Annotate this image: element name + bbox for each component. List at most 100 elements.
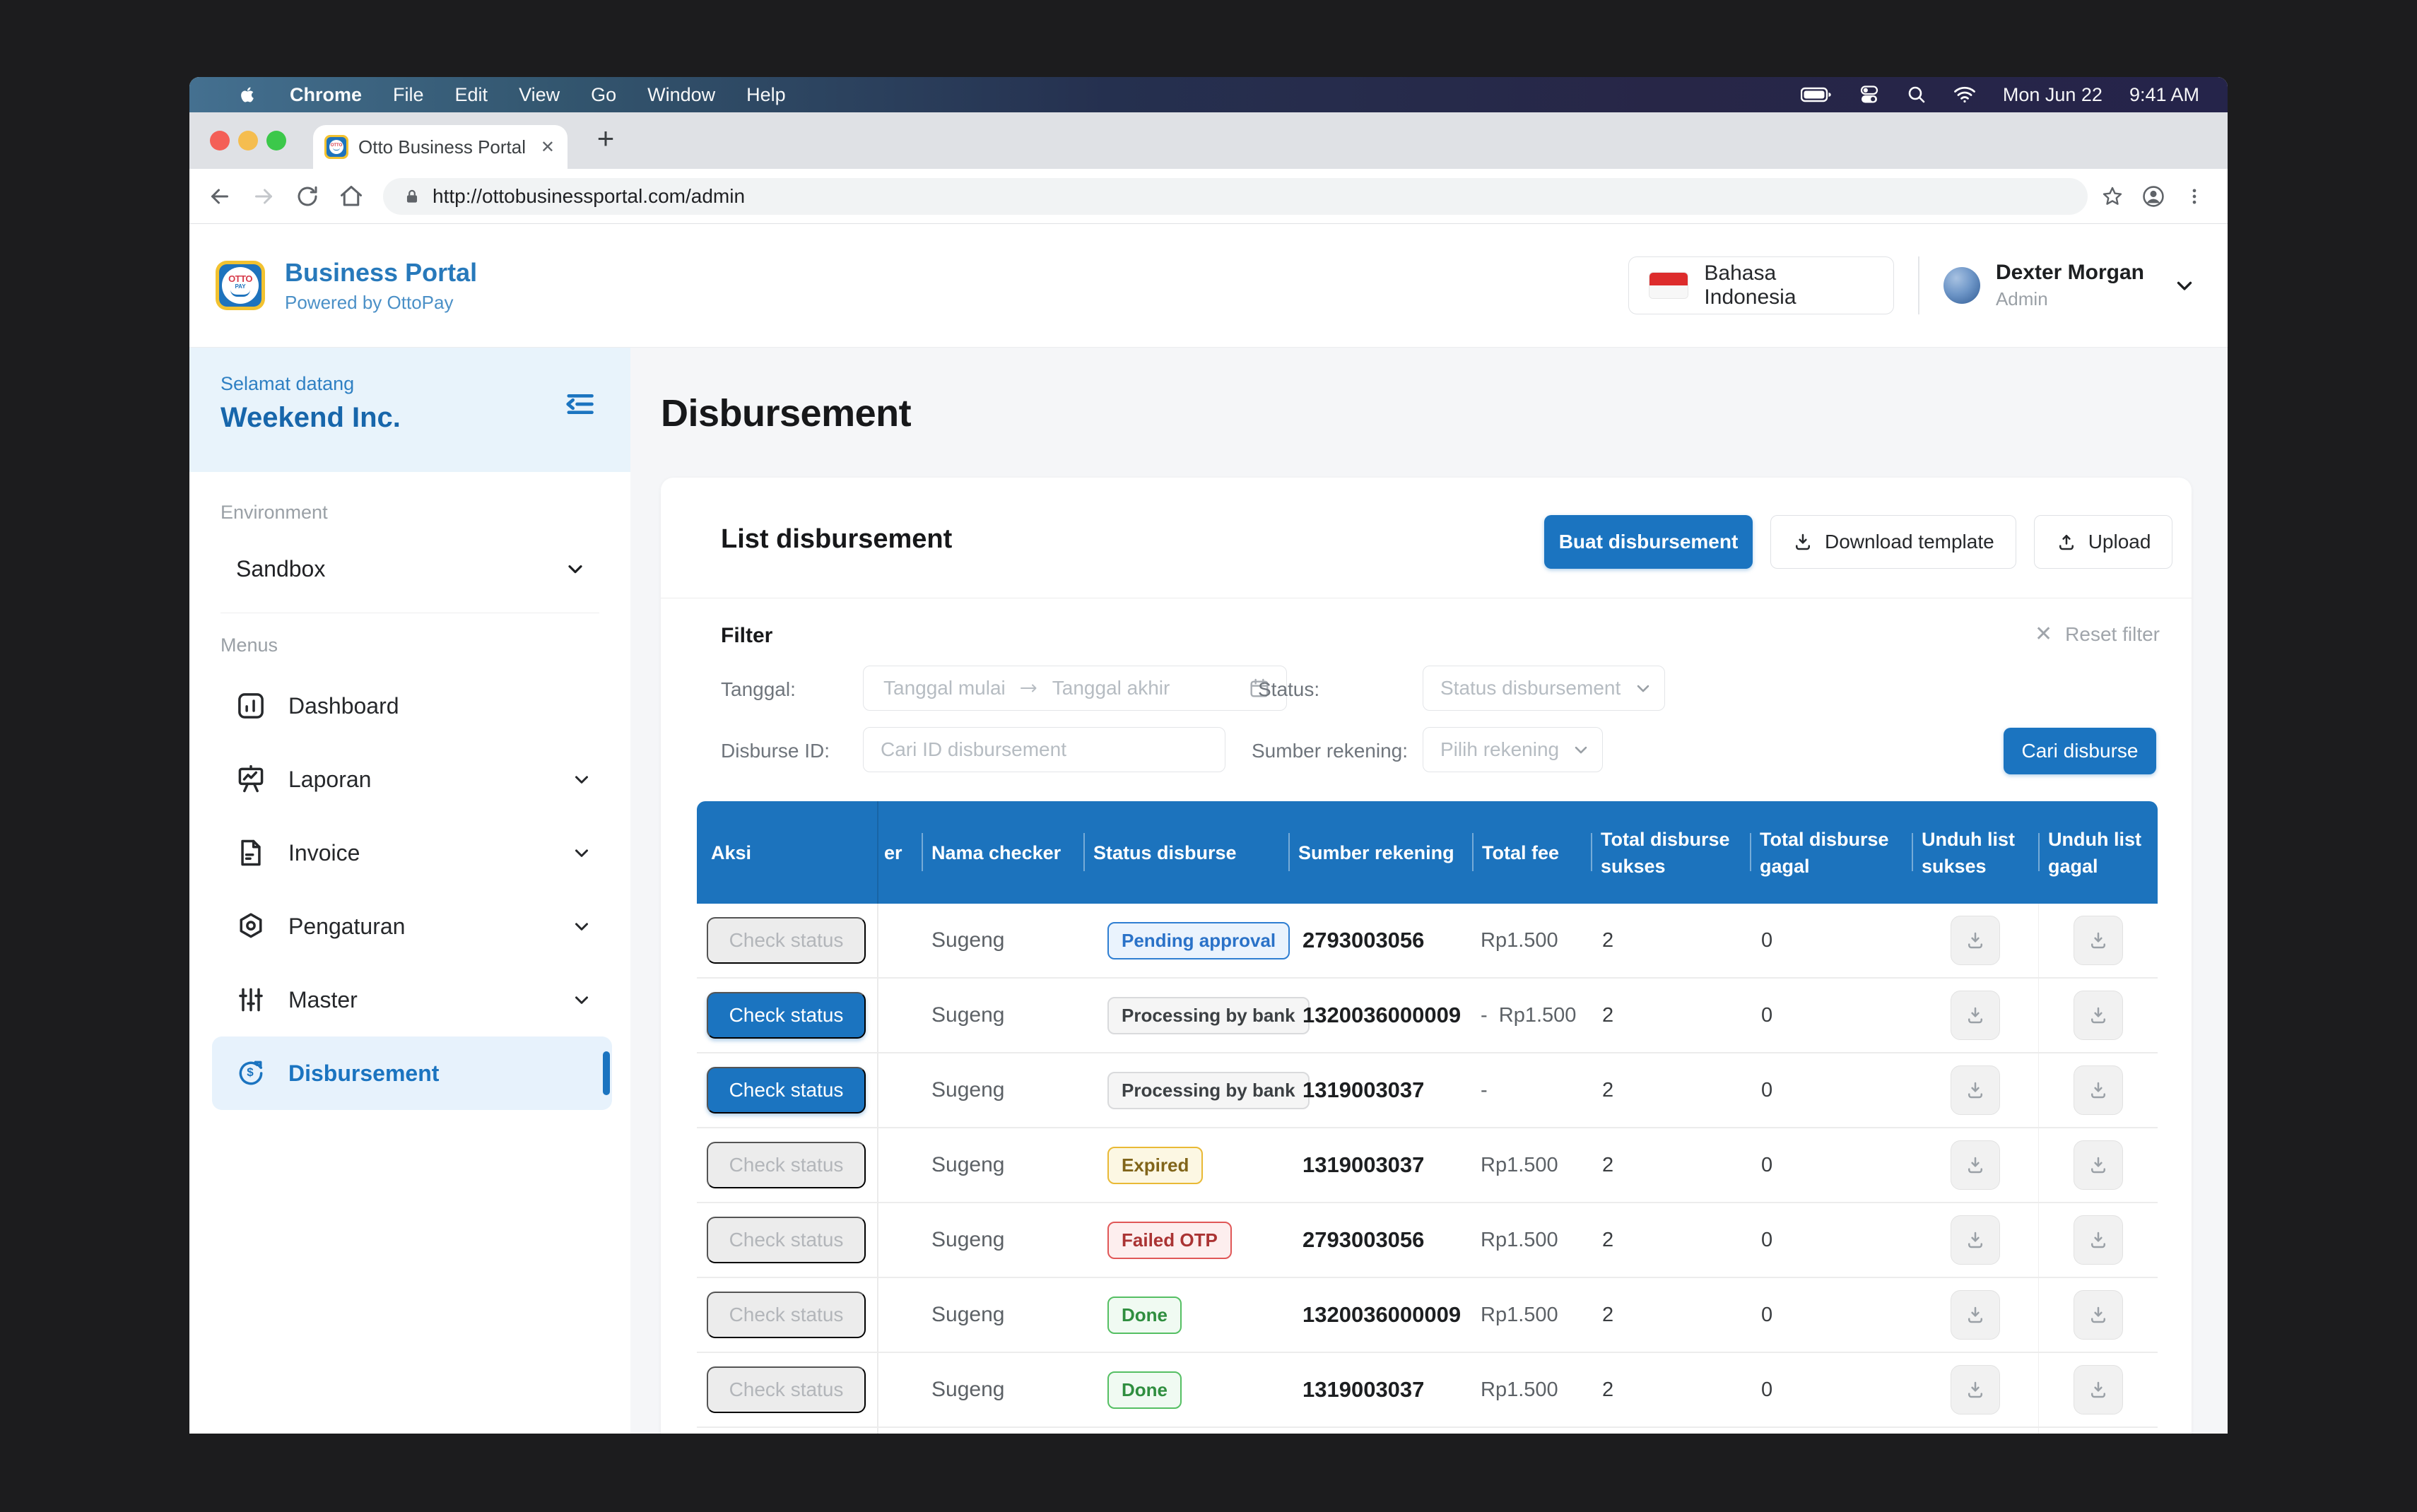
menus-label: Menus [220, 634, 630, 656]
battery-icon[interactable] [1801, 86, 1832, 103]
menubar-item-go[interactable]: Go [591, 84, 616, 106]
spotlight-search-icon[interactable] [1907, 85, 1927, 105]
cell-total-fee: Rp1.500 [1472, 1353, 1591, 1427]
check-status-button[interactable]: Check status [707, 992, 866, 1039]
chevron-down-icon [564, 557, 587, 580]
tab-favicon: OTTO [324, 135, 348, 159]
sidebar-item-disbursement[interactable]: $ Disbursement [212, 1036, 612, 1110]
cell-nama-checker: Sugeng [922, 1353, 1083, 1427]
collapse-sidebar-icon[interactable] [560, 384, 599, 424]
indonesia-flag-icon [1649, 272, 1688, 299]
browser-menu-icon[interactable] [2174, 175, 2215, 218]
download-gagal-button[interactable] [2074, 991, 2123, 1040]
cell-total-sukses: 2 [1591, 904, 1750, 977]
new-tab-button[interactable]: + [589, 122, 622, 155]
cell-total-sukses: 2 [1591, 1053, 1750, 1127]
sidebar-item-dashboard[interactable]: Dashboard [212, 669, 612, 743]
upload-icon [2056, 531, 2077, 553]
forward-icon[interactable] [242, 175, 286, 218]
menubar-item-chrome[interactable]: Chrome [290, 84, 362, 106]
download-gagal-button[interactable] [2074, 1290, 2123, 1340]
download-sukses-button[interactable] [1951, 916, 2000, 965]
status-badge: Pending approval [1107, 922, 1290, 959]
check-status-button[interactable]: Check status [707, 1067, 866, 1114]
download-gagal-button[interactable] [2074, 1365, 2123, 1414]
cell-total-gagal: 0 [1750, 1278, 1912, 1352]
buat-disbursement-button[interactable]: Buat disbursement [1544, 515, 1753, 569]
download-gagal-button[interactable] [2074, 1215, 2123, 1265]
date-start-placeholder: Tanggal mulai [883, 677, 1006, 699]
download-template-button[interactable]: Download template [1770, 515, 2016, 569]
download-gagal-button[interactable] [2074, 1140, 2123, 1190]
download-gagal-button[interactable] [2074, 1065, 2123, 1115]
reload-icon[interactable] [286, 175, 329, 218]
window-minimize-button[interactable] [238, 131, 258, 150]
download-sukses-button[interactable] [1951, 991, 2000, 1040]
check-status-button: Check status [707, 1142, 866, 1188]
menubar-date[interactable]: Mon Jun 22 [2003, 84, 2103, 106]
status-select[interactable]: Status disbursement [1423, 666, 1665, 711]
close-icon: ✕ [2035, 622, 2052, 646]
wifi-icon[interactable] [1953, 85, 1976, 104]
menubar-item-view[interactable]: View [519, 84, 560, 106]
bookmark-star-icon[interactable] [2092, 175, 2133, 218]
sumber-rekening-label: Sumber rekening: [1252, 740, 1408, 762]
browser-tab[interactable]: OTTO Otto Business Portal ✕ [313, 125, 568, 169]
menubar-item-file[interactable]: File [393, 84, 424, 106]
home-icon[interactable] [329, 175, 373, 218]
environment-label: Environment [220, 502, 630, 524]
browser-toolbar: http://ottobusinessportal.com/admin [189, 169, 2228, 224]
cell-sumber-rekening: 1320036000009 [1288, 1278, 1472, 1352]
status-badge: Processing by bank [1107, 1072, 1310, 1109]
cell-nama-checker: Sugeng [922, 1278, 1083, 1352]
download-sukses-button[interactable] [1951, 1290, 2000, 1340]
page-title: Disbursement [661, 391, 911, 435]
check-status-button: Check status [707, 1292, 866, 1338]
language-selector[interactable]: Bahasa Indonesia [1628, 256, 1894, 314]
upload-button[interactable]: Upload [2034, 515, 2173, 569]
brand-subtitle: Powered by OttoPay [285, 292, 477, 314]
sidebar-item-master[interactable]: Master [212, 963, 612, 1036]
menubar-clock[interactable]: 9:41 AM [2129, 84, 2199, 106]
sidebar-item-invoice[interactable]: Invoice [212, 816, 612, 890]
active-indicator [603, 1051, 610, 1095]
download-sukses-button[interactable] [1951, 1215, 2000, 1265]
profile-icon[interactable] [2133, 175, 2174, 218]
user-avatar[interactable] [1943, 267, 1980, 304]
cell-total-sukses: 2 [1591, 1128, 1750, 1202]
disburse-id-input[interactable] [863, 727, 1225, 772]
cari-disburse-button[interactable]: Cari disburse [2004, 728, 2156, 774]
menubar-item-edit[interactable]: Edit [455, 84, 488, 106]
column-header-sukses: Total disburse sukses [1591, 801, 1750, 904]
download-sukses-button[interactable] [1951, 1365, 2000, 1414]
environment-select[interactable]: Sandbox [220, 543, 599, 594]
back-icon[interactable] [198, 175, 242, 218]
window-zoom-button[interactable] [266, 131, 286, 150]
window-close-button[interactable] [210, 131, 230, 150]
date-range-input[interactable]: Tanggal mulai Tanggal akhir [863, 666, 1287, 711]
ottopay-logo: OTTOPAY [216, 261, 265, 310]
reset-filter-button[interactable]: ✕ Reset filter [2035, 622, 2160, 646]
apple-icon[interactable] [237, 84, 259, 105]
status-placeholder: Status disbursement [1440, 677, 1621, 699]
check-status-button: Check status [707, 1366, 866, 1413]
download-sukses-button[interactable] [1951, 1065, 2000, 1115]
tab-close-icon[interactable]: ✕ [541, 137, 555, 158]
welcome-panel: Selamat datang Weekend Inc. [189, 348, 630, 472]
column-header-unduh-sukses: Unduh list sukses [1912, 801, 2038, 904]
control-center-icon[interactable] [1859, 84, 1880, 105]
lock-icon[interactable] [403, 187, 421, 206]
disburse-id-field[interactable] [864, 728, 1225, 772]
menubar-item-window[interactable]: Window [647, 84, 715, 106]
download-gagal-button[interactable] [2074, 916, 2123, 965]
cell-total-gagal: 0 [1750, 1128, 1912, 1202]
sidebar-item-laporan[interactable]: Laporan [212, 743, 612, 816]
download-sukses-button[interactable] [1951, 1140, 2000, 1190]
address-bar[interactable]: http://ottobusinessportal.com/admin [383, 178, 2088, 215]
user-menu-chevron-icon[interactable] [2172, 273, 2197, 297]
menubar-item-help[interactable]: Help [746, 84, 786, 106]
sumber-rekening-select[interactable]: Pilih rekening [1423, 727, 1603, 772]
cell-total-gagal: 0 [1750, 1353, 1912, 1427]
settings-icon [235, 910, 267, 943]
sidebar-item-pengaturan[interactable]: Pengaturan [212, 890, 612, 963]
